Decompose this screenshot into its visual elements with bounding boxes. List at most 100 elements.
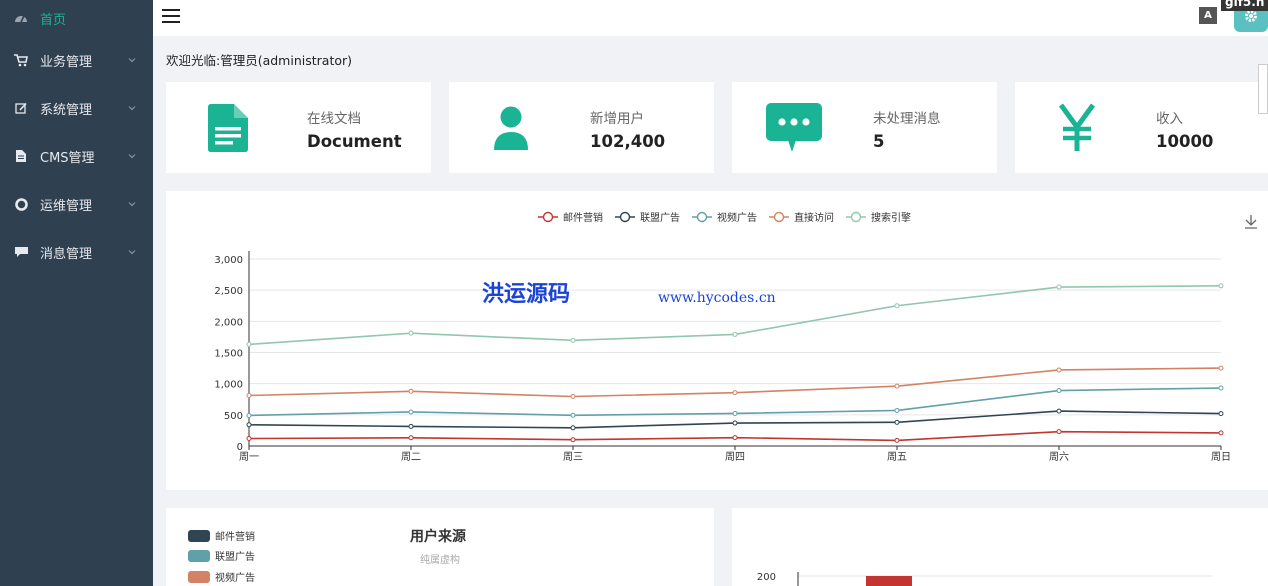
data-point[interactable] bbox=[894, 407, 900, 413]
side-scroll-widget[interactable] bbox=[1258, 64, 1268, 114]
sidebar-item-label: 系统管理 bbox=[40, 102, 93, 118]
legend-marker[interactable] bbox=[773, 211, 785, 223]
line-chart-panel: 0 500 1,000 1,500 2,000 2,500 3,000 周一 周二 周三 周四 周五周… bbox=[166, 191, 1268, 490]
data-point[interactable] bbox=[1056, 367, 1062, 373]
sidebar-item-messages[interactable]: 消息管理 bbox=[0, 228, 153, 276]
legend-label: 直接访问 bbox=[794, 211, 834, 224]
legend-swatch bbox=[188, 570, 210, 583]
welcome-text: 欢迎光临:管理员(administrator) bbox=[166, 53, 353, 68]
x-tick-label: 周二 bbox=[401, 451, 421, 463]
sidebar-item-business[interactable]: 业务管理 bbox=[0, 36, 153, 84]
legend-marker[interactable] bbox=[542, 211, 554, 223]
x-tick-label: 周六 bbox=[1049, 451, 1069, 463]
data-point[interactable] bbox=[570, 337, 576, 343]
legend-label: 联盟广告 bbox=[640, 211, 680, 224]
watermark-url: www.hycodes.cn bbox=[658, 290, 776, 306]
source-legend-item[interactable]: 联盟广告 bbox=[188, 548, 255, 563]
chevron-down-icon bbox=[128, 58, 136, 63]
data-point[interactable] bbox=[894, 383, 900, 389]
sidebar-item-cms[interactable]: CMS管理 bbox=[0, 132, 153, 180]
data-point[interactable] bbox=[408, 388, 414, 394]
data-point[interactable] bbox=[1056, 284, 1062, 290]
card-messages[interactable]: 未处理消息 5 bbox=[732, 82, 997, 173]
download-icon[interactable] bbox=[1245, 215, 1257, 229]
sidebar-item-label: 首页 bbox=[40, 12, 67, 28]
data-point[interactable] bbox=[246, 436, 252, 442]
data-point[interactable] bbox=[246, 422, 252, 428]
data-point[interactable] bbox=[570, 394, 576, 400]
data-point[interactable] bbox=[408, 423, 414, 429]
legend-marker[interactable] bbox=[850, 211, 862, 223]
x-tick-label: 周一 bbox=[239, 451, 259, 463]
card-income[interactable]: 收入 10000 bbox=[1015, 82, 1268, 173]
sidebar-item-home[interactable]: 首页 bbox=[0, 0, 153, 36]
sidebar-item-label: 消息管理 bbox=[40, 246, 93, 262]
data-point[interactable] bbox=[570, 437, 576, 443]
sidebar-item-ops[interactable]: 运维管理 bbox=[0, 180, 153, 228]
gear-icon bbox=[1245, 10, 1257, 22]
legend-label: 视频广告 bbox=[717, 211, 757, 224]
watermark-cn: 洪运源码 bbox=[482, 281, 570, 307]
y-tick-label: 2,000 bbox=[214, 317, 243, 328]
data-point[interactable] bbox=[732, 420, 738, 426]
sidebar-item-system[interactable]: 系统管理 bbox=[0, 84, 153, 132]
source-legend-item[interactable]: 视频广告 bbox=[188, 569, 255, 584]
y-tick-label: 3,000 bbox=[214, 255, 243, 266]
legend-marker[interactable] bbox=[696, 211, 708, 223]
translate-button[interactable]: A bbox=[1199, 7, 1217, 24]
x-tick-label: 周日 bbox=[1211, 451, 1231, 463]
chevron-down-icon bbox=[128, 154, 136, 159]
data-point[interactable] bbox=[1218, 411, 1224, 417]
data-point[interactable] bbox=[1056, 408, 1062, 414]
data-point[interactable] bbox=[246, 393, 252, 399]
comment-icon bbox=[14, 245, 28, 259]
x-tick-label: 周三 bbox=[563, 451, 583, 463]
data-point[interactable] bbox=[1218, 385, 1224, 391]
data-point[interactable] bbox=[246, 412, 252, 418]
bar[interactable] bbox=[866, 576, 912, 586]
sidebar-item-label: 业务管理 bbox=[40, 54, 93, 70]
data-point[interactable] bbox=[1056, 388, 1062, 394]
legend-label: 联盟广告 bbox=[215, 552, 255, 563]
data-point[interactable] bbox=[570, 425, 576, 431]
top-header: A gif5.n bbox=[153, 0, 1268, 36]
data-point[interactable] bbox=[1056, 429, 1062, 435]
watermark-badge: gif5.n bbox=[1221, 0, 1268, 11]
card-label: 在线文档 bbox=[307, 111, 361, 127]
legend-marker[interactable] bbox=[619, 211, 631, 223]
data-point[interactable] bbox=[732, 390, 738, 396]
card-value: 10000 bbox=[1156, 132, 1214, 151]
x-tick-label: 周五 bbox=[887, 451, 907, 463]
message-icon bbox=[766, 100, 822, 156]
data-point[interactable] bbox=[1218, 430, 1224, 436]
bar-chart-panel: 200 bbox=[732, 508, 1268, 586]
data-point[interactable] bbox=[732, 410, 738, 416]
data-point[interactable] bbox=[246, 341, 252, 347]
card-document[interactable]: 在线文档 Document bbox=[166, 82, 431, 173]
data-point[interactable] bbox=[732, 331, 738, 337]
legend-label: 搜索引擎 bbox=[871, 211, 911, 224]
y-tick-label: 500 bbox=[224, 411, 243, 422]
chevron-down-icon bbox=[128, 106, 136, 111]
edit-icon bbox=[14, 101, 28, 115]
card-label: 新增用户 bbox=[590, 111, 644, 127]
data-point[interactable] bbox=[1218, 283, 1224, 289]
chevron-down-icon bbox=[128, 202, 136, 207]
data-point[interactable] bbox=[894, 419, 900, 425]
legend-swatch bbox=[188, 529, 210, 542]
legend-label: 邮件营销 bbox=[215, 532, 255, 543]
data-point[interactable] bbox=[408, 409, 414, 415]
legend-swatch bbox=[188, 549, 210, 562]
data-point[interactable] bbox=[1218, 365, 1224, 371]
menu-toggle-icon[interactable] bbox=[162, 9, 180, 23]
document-icon bbox=[200, 100, 256, 156]
data-point[interactable] bbox=[408, 435, 414, 441]
source-legend-item[interactable]: 邮件营销 bbox=[188, 528, 255, 543]
data-point[interactable] bbox=[408, 330, 414, 336]
data-point[interactable] bbox=[570, 412, 576, 418]
card-new-users[interactable]: 新增用户 102,400 bbox=[449, 82, 714, 173]
data-point[interactable] bbox=[894, 303, 900, 309]
card-label: 收入 bbox=[1156, 111, 1183, 127]
data-point[interactable] bbox=[894, 437, 900, 443]
data-point[interactable] bbox=[732, 435, 738, 441]
